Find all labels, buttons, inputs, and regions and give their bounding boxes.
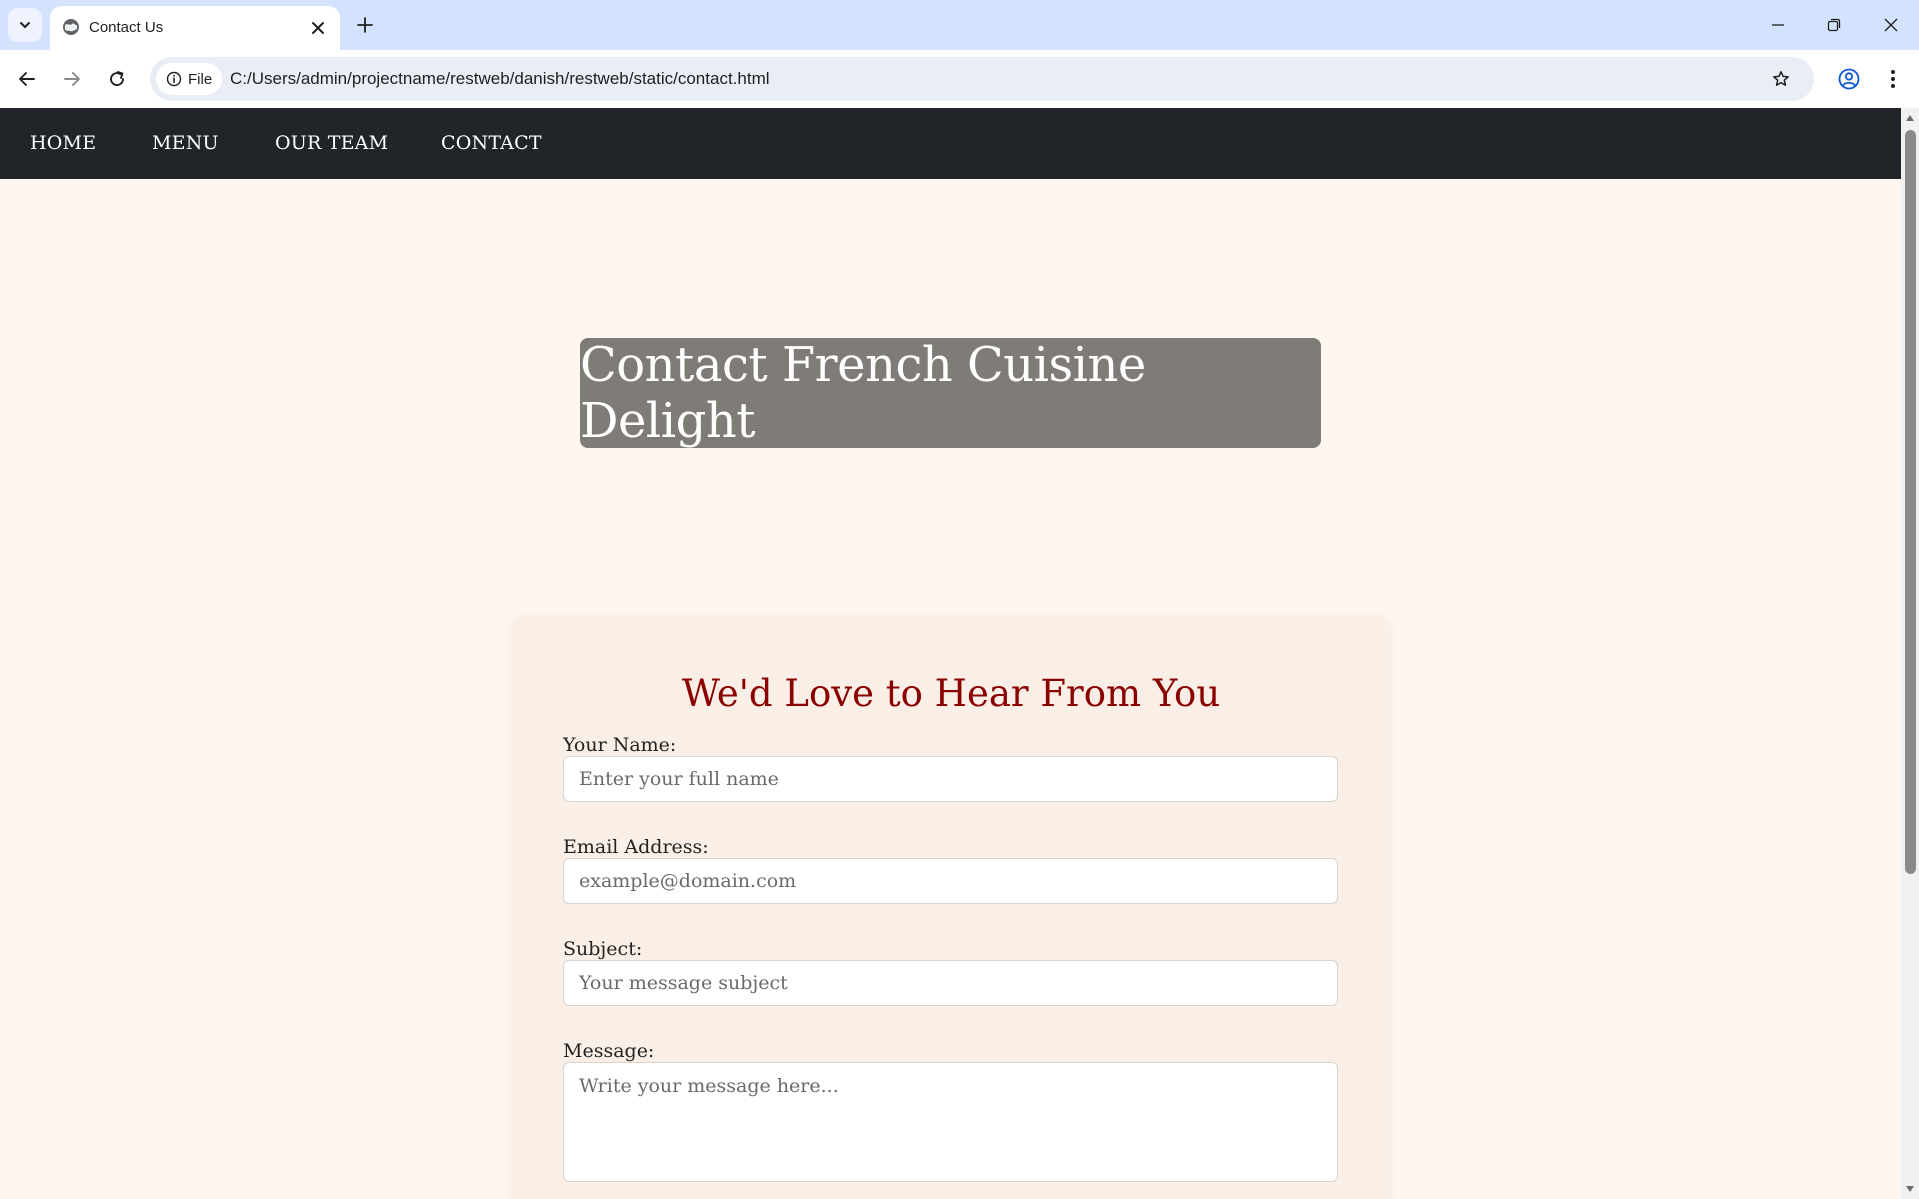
hero-banner: Contact French Cuisine Delight: [580, 337, 1321, 449]
subject-field[interactable]: [563, 960, 1338, 1006]
scroll-up-button[interactable]: [1905, 113, 1915, 123]
new-tab-button[interactable]: [352, 12, 378, 38]
nav-link-home[interactable]: HOME: [30, 132, 96, 154]
plus-icon: [357, 17, 373, 33]
bookmark-button[interactable]: [1768, 66, 1794, 92]
profile-button[interactable]: [1832, 62, 1866, 96]
minimize-icon: [1772, 24, 1784, 26]
contact-form-card: We'd Love to Hear From You Your Name: Em…: [512, 616, 1390, 1199]
reload-button[interactable]: [100, 62, 134, 96]
browser-menu-button[interactable]: [1876, 62, 1910, 96]
arrow-left-icon: [19, 72, 35, 86]
browser-toolbar: File C:/Users/admin/projectname/restweb/…: [0, 50, 1919, 108]
forward-button[interactable]: [55, 62, 89, 96]
tab-title: Contact Us: [89, 19, 164, 36]
triangle-up-icon: [1906, 115, 1914, 121]
page-viewport: HOME MENU OUR TEAM CONTACT Contact Frenc…: [0, 108, 1901, 1199]
minimize-button[interactable]: [1758, 10, 1798, 40]
account-icon: [1838, 68, 1860, 90]
scrollbar-thumb[interactable]: [1905, 130, 1916, 874]
info-icon: [166, 71, 182, 87]
name-label: Your Name:: [563, 734, 677, 756]
nav-link-our-team[interactable]: OUR TEAM: [275, 132, 388, 154]
subject-label: Subject:: [563, 938, 643, 960]
reload-icon: [110, 71, 124, 86]
message-label: Message:: [563, 1040, 655, 1062]
restore-button[interactable]: [1814, 10, 1854, 40]
name-field[interactable]: [563, 756, 1338, 802]
tab-close-button[interactable]: [308, 18, 328, 38]
browser-tabstrip: Contact Us: [0, 0, 1919, 50]
triangle-down-icon: [1906, 1186, 1914, 1192]
nav-link-contact[interactable]: CONTACT: [441, 132, 542, 154]
close-icon: [312, 22, 324, 34]
star-icon: [1773, 71, 1789, 86]
browser-tab-active[interactable]: Contact Us: [50, 6, 340, 50]
tab-list-button[interactable]: [8, 8, 42, 42]
email-label: Email Address:: [563, 836, 709, 858]
message-field[interactable]: [563, 1062, 1338, 1182]
url-text[interactable]: C:/Users/admin/projectname/restweb/danis…: [230, 69, 770, 89]
page-scrollbar[interactable]: [1901, 108, 1919, 1199]
site-info-chip[interactable]: File: [156, 63, 222, 95]
restore-icon: [1827, 18, 1841, 32]
back-button[interactable]: [10, 62, 44, 96]
site-chip-label: File: [188, 70, 213, 88]
scroll-down-button[interactable]: [1905, 1184, 1915, 1194]
nav-link-menu[interactable]: MENU: [152, 132, 219, 154]
chevron-down-icon: [20, 22, 30, 29]
form-heading: We'd Love to Hear From You: [681, 672, 1221, 715]
kebab-icon: [1891, 70, 1895, 88]
close-icon: [1884, 18, 1898, 32]
close-window-button[interactable]: [1871, 10, 1911, 40]
page-title: Contact French Cuisine Delight: [580, 337, 1146, 449]
globe-icon: [63, 19, 79, 35]
email-field[interactable]: [563, 858, 1338, 904]
site-navbar: HOME MENU OUR TEAM CONTACT: [0, 108, 1901, 179]
arrow-right-icon: [64, 72, 80, 86]
address-bar[interactable]: File C:/Users/admin/projectname/restweb/…: [150, 57, 1814, 101]
